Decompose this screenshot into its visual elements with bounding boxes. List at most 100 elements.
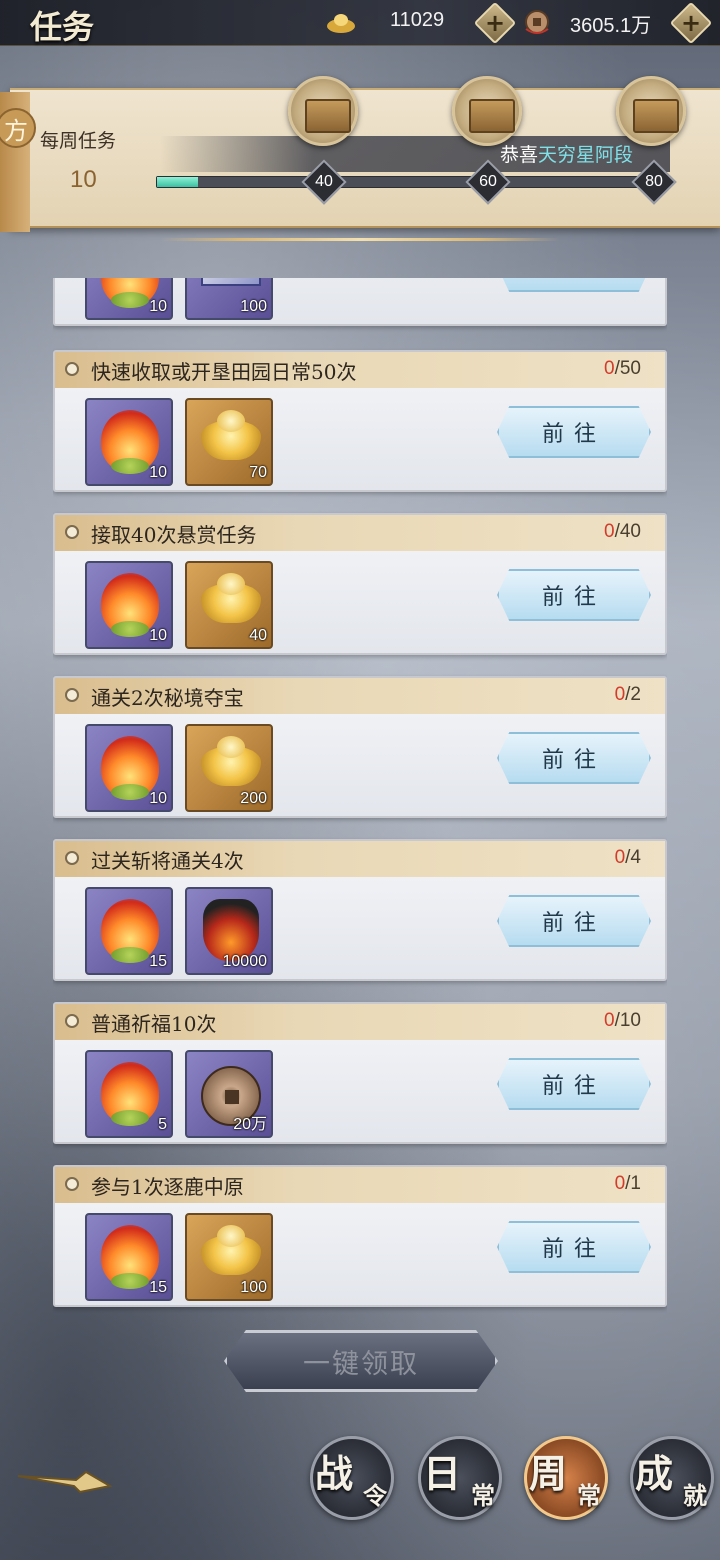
nav-weekly[interactable]: 周 常 xyxy=(524,1436,608,1520)
nav-char: 成 xyxy=(635,1451,674,1496)
go-button[interactable]: 前往 xyxy=(497,569,651,621)
bullet-icon xyxy=(65,688,79,702)
nav-char-small: 常 xyxy=(471,1481,495,1510)
task-progress: 0/40 xyxy=(604,521,641,542)
nav-char: 战 xyxy=(315,1451,354,1496)
task-card: 参与1次逐鹿中原 0/1 15 100 前往 xyxy=(53,1165,667,1307)
reward-qty: 10 xyxy=(149,790,167,807)
task-title: 参与1次逐鹿中原 xyxy=(91,1175,244,1199)
task-title: 接取40次悬赏任务 xyxy=(91,523,257,547)
reward-slot[interactable]: 10 xyxy=(85,398,173,486)
reward-slot[interactable]: 100 xyxy=(185,1213,273,1301)
task-progress: 0/2 xyxy=(614,684,641,705)
reward-slot[interactable]: 70 xyxy=(185,398,273,486)
task-progress: 0/10 xyxy=(604,1010,641,1031)
task-header: 参与1次逐鹿中原 0/1 xyxy=(55,1167,665,1203)
reward-slot[interactable]: 10 xyxy=(85,561,173,649)
task-card: 过关斩将通关4次 0/4 15 10000 前往 xyxy=(53,839,667,981)
ingot-icon xyxy=(201,410,261,460)
bullet-icon xyxy=(65,1177,79,1191)
reward-qty: 100 xyxy=(240,1279,267,1296)
weekly-progress-bar xyxy=(156,176,666,188)
task-title: 通关2次秘境夺宝 xyxy=(91,686,244,710)
fire-icon xyxy=(101,1225,159,1289)
go-button[interactable]: 前往 xyxy=(497,895,651,947)
task-progress: 0/4 xyxy=(614,847,641,868)
reward-qty: 20万 xyxy=(233,1116,267,1133)
armor-icon xyxy=(203,899,259,961)
task-header: 普通祈福10次 0/10 xyxy=(55,1004,665,1040)
nav-char: 周 xyxy=(529,1451,568,1496)
go-button[interactable]: 前往 xyxy=(497,1221,651,1273)
nav-char: 日 xyxy=(423,1451,462,1496)
reward-qty: 10 xyxy=(149,464,167,481)
go-button[interactable]: 前往 xyxy=(497,278,651,292)
book-icon xyxy=(201,278,261,286)
weekly-progress-fill xyxy=(157,177,198,187)
task-card: 10 100 前往 xyxy=(53,278,667,326)
reward-qty: 10 xyxy=(149,627,167,644)
coin-value: 3605.1万 xyxy=(570,15,652,37)
chest-reward-80[interactable] xyxy=(616,76,686,146)
task-header: 通关2次秘境夺宝 0/2 xyxy=(55,678,665,714)
reward-qty: 10 xyxy=(149,298,167,315)
reward-slot[interactable]: 10000 xyxy=(185,887,273,975)
bullet-icon xyxy=(65,1014,79,1028)
back-arrow-icon[interactable] xyxy=(16,1462,112,1502)
nav-battle-pass[interactable]: 战 令 xyxy=(310,1436,394,1520)
reward-slot[interactable]: 5 xyxy=(85,1050,173,1138)
claim-all-button[interactable]: 一键领取 xyxy=(224,1330,498,1392)
task-progress: 0/50 xyxy=(604,358,641,379)
divider-ornament xyxy=(160,238,560,241)
reward-qty: 15 xyxy=(149,1279,167,1296)
weekly-label: 每周任务 xyxy=(40,130,117,152)
weekly-points: 10 xyxy=(70,166,97,193)
fire-icon xyxy=(101,410,159,474)
go-button[interactable]: 前往 xyxy=(497,406,651,458)
reward-slot[interactable]: 15 xyxy=(85,1213,173,1301)
ingot-icon xyxy=(201,573,261,623)
task-card: 通关2次秘境夺宝 0/2 10 200 前往 xyxy=(53,676,667,818)
reward-slot[interactable]: 200 xyxy=(185,724,273,812)
bullet-icon xyxy=(65,362,79,376)
task-title: 过关斩将通关4次 xyxy=(91,849,244,873)
ingot-icon xyxy=(201,736,261,786)
add-ingot-button[interactable]: + xyxy=(473,1,517,45)
bullet-icon xyxy=(65,851,79,865)
task-title: 快速收取或开垦田园日常50次 xyxy=(91,360,357,384)
nav-char-small: 就 xyxy=(683,1481,707,1510)
reward-slot[interactable]: 100 xyxy=(185,278,273,320)
go-button[interactable]: 前往 xyxy=(497,732,651,784)
chest-reward-60[interactable] xyxy=(452,76,522,146)
add-coin-button[interactable]: + xyxy=(669,1,713,45)
go-button[interactable]: 前往 xyxy=(497,1058,651,1110)
reward-slot[interactable]: 10 xyxy=(85,724,173,812)
ingot-value: 11029 xyxy=(390,9,445,31)
task-card: 普通祈福10次 0/10 5 20万 前往 xyxy=(53,1002,667,1144)
page-title: 任务 xyxy=(30,8,95,46)
fire-icon xyxy=(101,573,159,637)
nav-daily[interactable]: 日 常 xyxy=(418,1436,502,1520)
ingot-icon xyxy=(327,14,355,33)
task-header: 过关斩将通关4次 0/4 xyxy=(55,841,665,877)
reward-slot[interactable]: 20万 xyxy=(185,1050,273,1138)
nav-char-small: 令 xyxy=(363,1481,387,1510)
task-header: 接取40次悬赏任务 0/40 xyxy=(55,515,665,551)
task-card: 接取40次悬赏任务 0/40 10 40 前往 xyxy=(53,513,667,655)
reward-slot[interactable]: 15 xyxy=(85,887,173,975)
task-list[interactable]: 10 100 前往 快速收取或开垦田园日常50次 0/50 10 70 前往 接… xyxy=(53,278,667,1313)
nav-achievement[interactable]: 成 就 xyxy=(630,1436,714,1520)
reward-slot[interactable]: 40 xyxy=(185,561,273,649)
reward-qty: 10000 xyxy=(222,953,268,970)
reward-qty: 100 xyxy=(240,298,267,315)
reward-qty: 200 xyxy=(240,790,267,807)
bullet-icon xyxy=(65,525,79,539)
coin-icon xyxy=(525,10,549,34)
task-title: 普通祈福10次 xyxy=(91,1012,217,1036)
reward-qty: 40 xyxy=(249,627,267,644)
reward-qty: 5 xyxy=(158,1116,167,1133)
fire-icon xyxy=(101,736,159,800)
task-header: 快速收取或开垦田园日常50次 0/50 xyxy=(55,352,665,388)
chest-reward-40[interactable] xyxy=(288,76,358,146)
reward-slot[interactable]: 10 xyxy=(85,278,173,320)
